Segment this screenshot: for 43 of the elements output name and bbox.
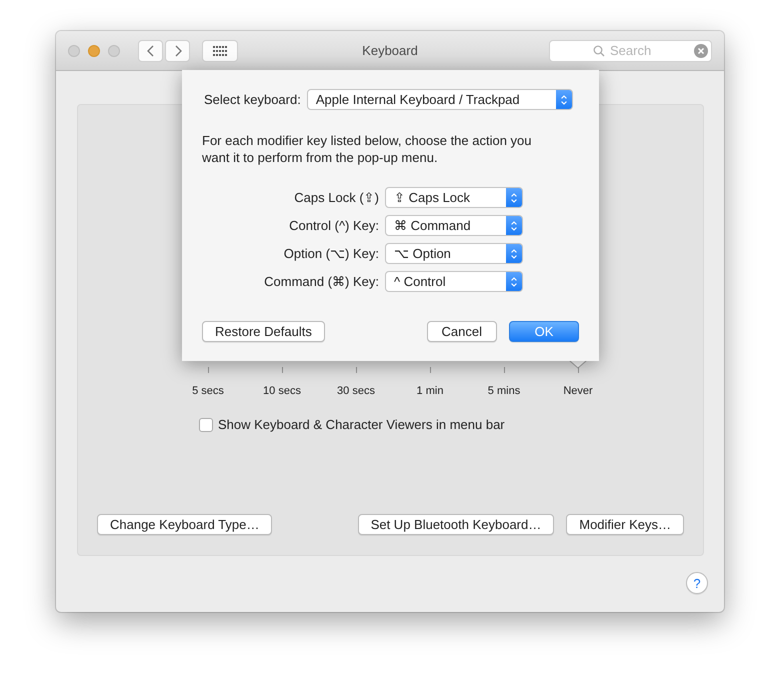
modifier-key-label: Command (⌘) Key: [263, 274, 379, 289]
slider-tick-label: 5 secs [192, 385, 224, 397]
restore-defaults-button[interactable]: Restore Defaults [202, 321, 325, 342]
grid-icon [213, 46, 227, 56]
modifier-key-label: Control (^) Key: [288, 218, 379, 233]
select-keyboard-label: Select keyboard: [204, 92, 301, 107]
stepper-icon [506, 272, 522, 291]
cancel-button[interactable]: Cancel [426, 321, 497, 342]
popup-button[interactable]: ⇪ Caps Lock [385, 187, 523, 208]
slider-tick-label: 5 mins [488, 385, 520, 397]
back-button[interactable] [138, 40, 163, 62]
slider-tick-label: Never [563, 385, 593, 397]
zoom-window-icon[interactable] [108, 44, 120, 56]
stepper-icon [506, 216, 522, 235]
help-button[interactable]: ? [686, 572, 708, 594]
checkbox-label: Show Keyboard & Character Viewers in menu bar [218, 417, 505, 432]
window-title: Keyboard [362, 43, 418, 58]
search-field[interactable]: Search [549, 40, 712, 62]
checkbox[interactable] [199, 418, 213, 432]
popup-button[interactable]: ⌘ Command [385, 215, 523, 236]
instructions-text: For each modifier key listed below, choose the action you want it to perform from the pop-up menu. [202, 132, 533, 166]
stepper-icon [556, 90, 572, 109]
popup-button[interactable]: ^ Control [385, 271, 523, 292]
minimize-window-icon[interactable] [88, 44, 100, 56]
forward-button[interactable] [165, 40, 190, 62]
slider-tick-label: 10 secs [263, 385, 301, 397]
chevron-left-icon [146, 44, 154, 56]
popup-button[interactable]: ⌥ Option [385, 243, 523, 264]
close-window-icon[interactable] [68, 44, 80, 56]
modifier-key-label: Option (⌥) Key: [282, 246, 379, 261]
popup-button[interactable]: Apple Internal Keyboard / Trackpad [306, 89, 573, 110]
modifier-key-label: Caps Lock (⇪) [293, 190, 379, 205]
slider-tick-label: 30 secs [337, 385, 375, 397]
show-all-grid-button[interactable] [202, 40, 238, 62]
search-icon [593, 44, 605, 56]
change-keyboard-type-button[interactable]: Change Keyboard Type… [97, 514, 272, 535]
stepper-icon [506, 188, 522, 207]
stepper-icon [506, 244, 522, 263]
chevron-right-icon [174, 44, 182, 56]
set-up-bluetooth-keyboard-button[interactable]: Set Up Bluetooth Keyboard… [358, 514, 554, 535]
slider-tick-label: 1 min [416, 385, 444, 397]
modifier-keys-button[interactable]: Modifier Keys… [566, 514, 684, 535]
clear-search-icon[interactable] [694, 44, 708, 58]
